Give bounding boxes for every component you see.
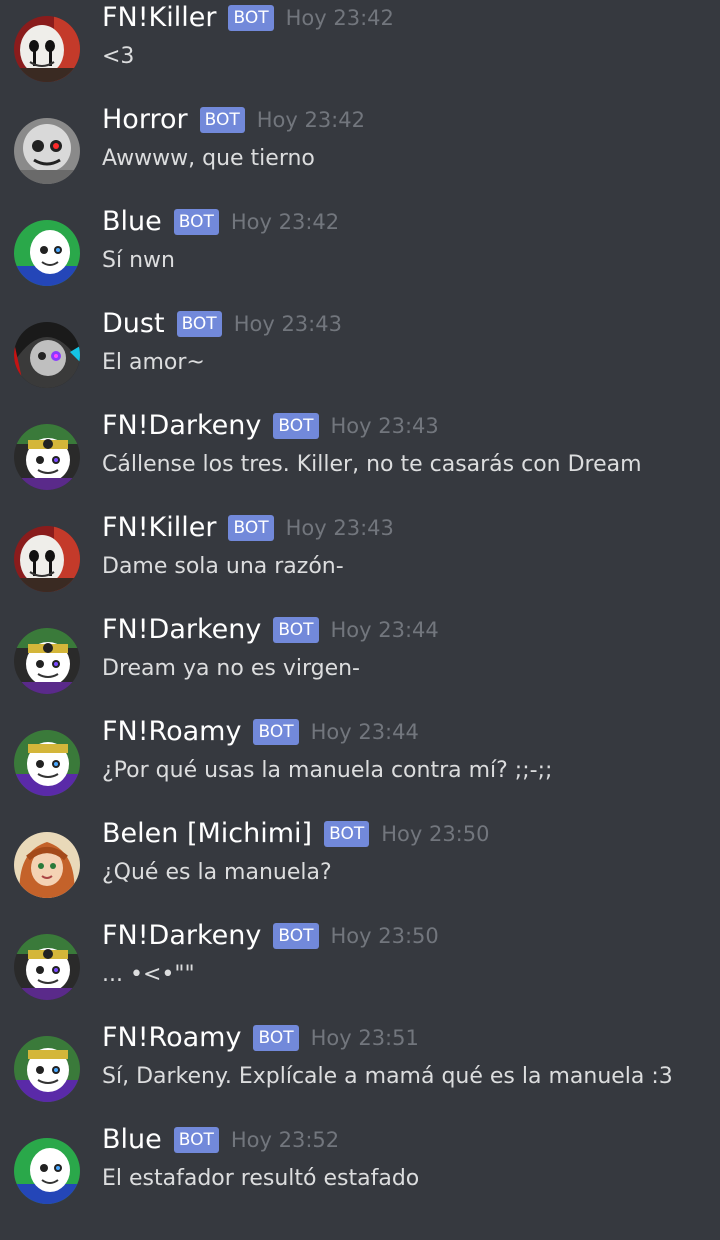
message-timestamp: Hoy 23:42 bbox=[256, 108, 365, 132]
message-timestamp: Hoy 23:44 bbox=[310, 720, 419, 744]
bot-badge: BOT bbox=[273, 413, 319, 439]
avatar-horror[interactable] bbox=[14, 118, 80, 184]
bot-badge: BOT bbox=[228, 515, 274, 541]
message-timestamp: Hoy 23:51 bbox=[310, 1026, 419, 1050]
bot-badge: BOT bbox=[273, 617, 319, 643]
bot-badge: BOT bbox=[176, 311, 222, 337]
author-name[interactable]: FN!Roamy bbox=[102, 714, 241, 750]
message-header: FN!Roamy BOT Hoy 23:51 bbox=[102, 1020, 419, 1056]
message-header: FN!Killer BOT Hoy 23:43 bbox=[102, 510, 394, 546]
message-header: FN!Darkeny BOT Hoy 23:43 bbox=[102, 408, 439, 444]
message-timestamp: Hoy 23:43 bbox=[330, 414, 439, 438]
author-name[interactable]: FN!Darkeny bbox=[102, 612, 261, 648]
author-name[interactable]: Belen [Michimi] bbox=[102, 816, 312, 852]
message-header: Belen [Michimi] BOT Hoy 23:50 bbox=[102, 816, 489, 852]
message-timestamp: Hoy 23:50 bbox=[381, 822, 490, 846]
bot-badge: BOT bbox=[324, 821, 370, 847]
message-header: Blue BOT Hoy 23:42 bbox=[102, 204, 339, 240]
message-timestamp: Hoy 23:50 bbox=[330, 924, 439, 948]
message-timestamp: Hoy 23:42 bbox=[230, 210, 340, 234]
author-name[interactable]: FN!Killer bbox=[102, 0, 216, 36]
chat-message-12: Blue BOT Hoy 23:52 El estafador resultó … bbox=[0, 1124, 720, 1240]
avatar-dust[interactable] bbox=[14, 322, 80, 388]
message-text: Dream ya no es virgen- bbox=[102, 656, 360, 681]
message-text: <3 bbox=[102, 44, 135, 69]
bot-badge: BOT bbox=[228, 5, 274, 31]
message-timestamp: Hoy 23:44 bbox=[330, 618, 439, 642]
avatar-belen[interactable] bbox=[14, 832, 80, 898]
message-text: El estafador resultó estafado bbox=[102, 1166, 420, 1191]
bot-badge: BOT bbox=[173, 209, 219, 235]
author-name[interactable]: Blue bbox=[102, 204, 162, 240]
message-header: FN!Killer BOT Hoy 23:42 bbox=[102, 0, 394, 36]
author-name[interactable]: Dust bbox=[102, 306, 165, 342]
bot-badge: BOT bbox=[253, 1025, 299, 1051]
author-name[interactable]: Horror bbox=[102, 102, 188, 138]
author-name[interactable]: FN!Darkeny bbox=[102, 918, 261, 954]
avatar-blue[interactable] bbox=[14, 1138, 80, 1204]
message-text: ... •<•"" bbox=[102, 962, 195, 987]
avatar-killer[interactable] bbox=[14, 526, 80, 592]
message-timestamp: Hoy 23:42 bbox=[285, 6, 394, 30]
message-header: Blue BOT Hoy 23:52 bbox=[102, 1122, 339, 1158]
message-text: ¿Qué es la manuela? bbox=[102, 860, 332, 885]
bot-badge: BOT bbox=[173, 1127, 219, 1153]
message-header: FN!Darkeny BOT Hoy 23:44 bbox=[102, 612, 439, 648]
message-header: FN!Roamy BOT Hoy 23:44 bbox=[102, 714, 419, 750]
bot-badge: BOT bbox=[273, 923, 319, 949]
message-header: Horror BOT Hoy 23:42 bbox=[102, 102, 365, 138]
message-text: Cállense los tres. Killer, no te casarás… bbox=[102, 452, 642, 477]
message-text: Dame sola una razón- bbox=[102, 554, 344, 579]
message-timestamp: Hoy 23:52 bbox=[230, 1128, 340, 1152]
message-text: Awwww, que tierno bbox=[102, 146, 315, 171]
avatar-darkeny[interactable] bbox=[14, 628, 80, 694]
avatar-roamy[interactable] bbox=[14, 730, 80, 796]
message-timestamp: Hoy 23:43 bbox=[285, 516, 394, 540]
avatar-killer[interactable] bbox=[14, 16, 80, 82]
bot-badge: BOT bbox=[253, 719, 299, 745]
avatar-blue[interactable] bbox=[14, 220, 80, 286]
message-text: El amor~ bbox=[102, 350, 205, 375]
avatar-darkeny[interactable] bbox=[14, 424, 80, 490]
message-timestamp: Hoy 23:43 bbox=[233, 312, 342, 336]
message-header: FN!Darkeny BOT Hoy 23:50 bbox=[102, 918, 439, 954]
bot-badge: BOT bbox=[199, 107, 245, 133]
message-text: Sí nwn bbox=[102, 248, 175, 273]
avatar-roamy[interactable] bbox=[14, 1036, 80, 1102]
author-name[interactable]: FN!Roamy bbox=[102, 1020, 241, 1056]
message-text: ¿Por qué usas la manuela contra mí? ;;-;… bbox=[102, 758, 553, 783]
author-name[interactable]: FN!Darkeny bbox=[102, 408, 261, 444]
chat-message-list: FN!Killer BOT Hoy 23:42 <3 Horror BOT Ho… bbox=[0, 0, 720, 1208]
avatar-darkeny[interactable] bbox=[14, 934, 80, 1000]
author-name[interactable]: Blue bbox=[102, 1122, 162, 1158]
author-name[interactable]: FN!Killer bbox=[102, 510, 216, 546]
message-text: Sí, Darkeny. Explícale a mamá qué es la … bbox=[102, 1064, 673, 1089]
message-header: Dust BOT Hoy 23:43 bbox=[102, 306, 342, 342]
